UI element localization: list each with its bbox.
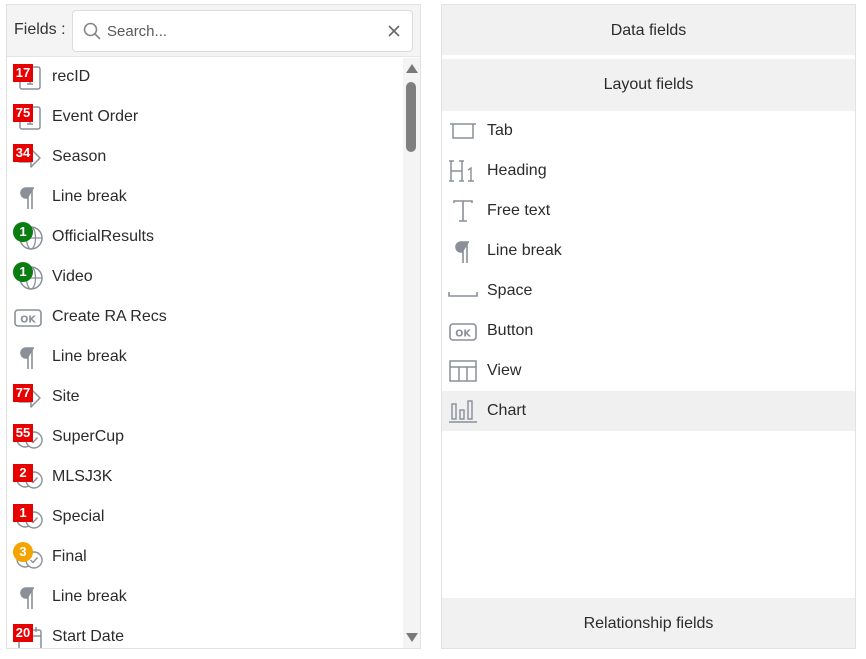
field-list-scrollbar[interactable] xyxy=(403,58,420,648)
field-item-label: Season xyxy=(52,148,107,165)
field-item-officialresults[interactable]: 1 OfficialResults xyxy=(7,218,403,258)
number-field-icon: 75 xyxy=(13,104,43,132)
checkbox-toggle-icon: 55 xyxy=(13,424,43,452)
field-item-season[interactable]: 34 Season xyxy=(7,138,403,178)
search-input[interactable] xyxy=(107,19,377,43)
number-field-icon: 17 xyxy=(13,64,43,92)
layout-item-free-text[interactable]: Free text xyxy=(442,191,855,231)
field-count-badge: 1 xyxy=(13,222,33,242)
field-types-panel: Data fields Layout fields Tab Heading Free… xyxy=(441,4,856,649)
heading-icon xyxy=(448,158,478,184)
lookup-arrow-icon: 34 xyxy=(13,144,43,172)
layout-item-button[interactable]: OK Button xyxy=(442,311,855,351)
svg-text:OK: OK xyxy=(455,329,471,340)
checkbox-toggle-icon: 1 xyxy=(13,504,43,532)
ok-button-icon: OK xyxy=(13,304,43,332)
field-count-badge: 2 xyxy=(13,464,33,482)
field-item-label: Start Date xyxy=(52,628,125,645)
field-item-start-date[interactable]: 20 Start Date xyxy=(7,618,403,648)
relationship-fields-header[interactable]: Relationship fields xyxy=(442,598,855,648)
field-count-badge: 34 xyxy=(13,144,33,162)
field-item-label: Special xyxy=(52,508,105,525)
layout-item-tab[interactable]: Tab xyxy=(442,111,855,151)
checkbox-toggle-icon: 2 xyxy=(13,464,43,492)
layout-item-heading[interactable]: Heading xyxy=(442,151,855,191)
checkbox-toggle-icon: 3 xyxy=(13,542,43,572)
layout-item-label: Tab xyxy=(487,122,513,139)
field-item-label: Final xyxy=(52,548,87,565)
layout-item-view[interactable]: View xyxy=(442,351,855,391)
field-count-badge: 75 xyxy=(13,104,33,122)
layout-item-label: Space xyxy=(487,282,533,299)
scroll-thumb[interactable] xyxy=(406,82,416,152)
field-item-event-order[interactable]: 75 Event Order xyxy=(7,98,403,138)
field-count-badge: 55 xyxy=(13,424,33,442)
field-item-label: SuperCup xyxy=(52,428,125,445)
bar-chart-icon xyxy=(448,398,478,424)
field-item-mlsj3k[interactable]: 2 MLSJ3K xyxy=(7,458,403,498)
field-item-video[interactable]: 1 Video xyxy=(7,258,403,298)
layout-item-label: View xyxy=(487,362,522,379)
field-item-label: Event Order xyxy=(52,108,139,125)
field-item-special[interactable]: 1 Special xyxy=(7,498,403,538)
pilcrow-icon xyxy=(13,344,43,372)
field-item-recid[interactable]: 17 recID xyxy=(7,58,403,98)
layout-item-label: Chart xyxy=(487,402,527,419)
field-count-badge: 3 xyxy=(13,542,33,562)
field-item-label: recID xyxy=(52,68,91,85)
layout-fields-header[interactable]: Layout fields xyxy=(442,59,855,111)
field-item-label: OfficialResults xyxy=(52,228,154,245)
field-item-line-break[interactable]: Line break xyxy=(7,338,403,378)
fields-label: Fields : xyxy=(14,21,66,38)
layout-item-label: Line break xyxy=(487,242,562,259)
pilcrow-icon xyxy=(448,238,478,264)
layout-item-line-break[interactable]: Line break xyxy=(442,231,855,271)
svg-text:OK: OK xyxy=(20,315,36,326)
field-count-badge: 1 xyxy=(13,504,33,522)
field-item-line-break[interactable]: Line break xyxy=(7,578,403,618)
field-item-site[interactable]: 77 Site xyxy=(7,378,403,418)
pilcrow-icon xyxy=(13,584,43,612)
globe-icon: 1 xyxy=(13,262,43,292)
layout-item-chart[interactable]: Chart xyxy=(442,391,855,431)
scroll-down-arrow-icon[interactable] xyxy=(406,633,418,642)
data-fields-header[interactable]: Data fields xyxy=(442,5,855,57)
fields-panel: Fields : 17 recID 75 Event Order 34 Season Lin… xyxy=(6,4,421,649)
field-item-label: Create RA Recs xyxy=(52,308,167,325)
layout-item-label: Button xyxy=(487,322,534,339)
layout-item-label: Heading xyxy=(487,162,547,179)
layout-item-space[interactable]: Space xyxy=(442,271,855,311)
tab-icon xyxy=(448,118,478,144)
field-item-line-break[interactable]: Line break xyxy=(7,178,403,218)
field-item-label: Line break xyxy=(52,348,127,365)
field-count-badge: 1 xyxy=(13,262,33,282)
field-count-badge: 20 xyxy=(13,624,33,642)
field-item-create-ra-recs[interactable]: OK Create RA Recs xyxy=(7,298,403,338)
field-count-badge: 17 xyxy=(13,64,33,82)
search-icon xyxy=(83,22,101,45)
close-icon[interactable] xyxy=(387,24,401,43)
text-icon xyxy=(448,198,478,224)
globe-icon: 1 xyxy=(13,222,43,252)
field-count-badge: 77 xyxy=(13,384,33,402)
field-item-supercup[interactable]: 55 SuperCup xyxy=(7,418,403,458)
layout-item-label: Free text xyxy=(487,202,551,219)
scroll-up-arrow-icon[interactable] xyxy=(406,64,418,73)
pilcrow-icon xyxy=(13,184,43,212)
field-item-label: Video xyxy=(52,268,93,285)
field-item-label: Line break xyxy=(52,188,127,205)
fields-header: Fields : xyxy=(7,5,420,57)
space-icon xyxy=(448,278,478,304)
field-item-final[interactable]: 3 Final xyxy=(7,538,403,578)
calendar-icon: 20 xyxy=(13,624,43,648)
field-list: 17 recID 75 Event Order 34 Season Line break 1 O… xyxy=(7,58,403,648)
field-item-label: Line break xyxy=(52,588,127,605)
table-view-icon xyxy=(448,358,478,384)
lookup-arrow-icon: 77 xyxy=(13,384,43,412)
field-item-label: Site xyxy=(52,388,80,405)
search-box[interactable] xyxy=(72,10,413,52)
field-item-label: MLSJ3K xyxy=(52,468,113,485)
ok-button-icon: OK xyxy=(448,318,478,344)
